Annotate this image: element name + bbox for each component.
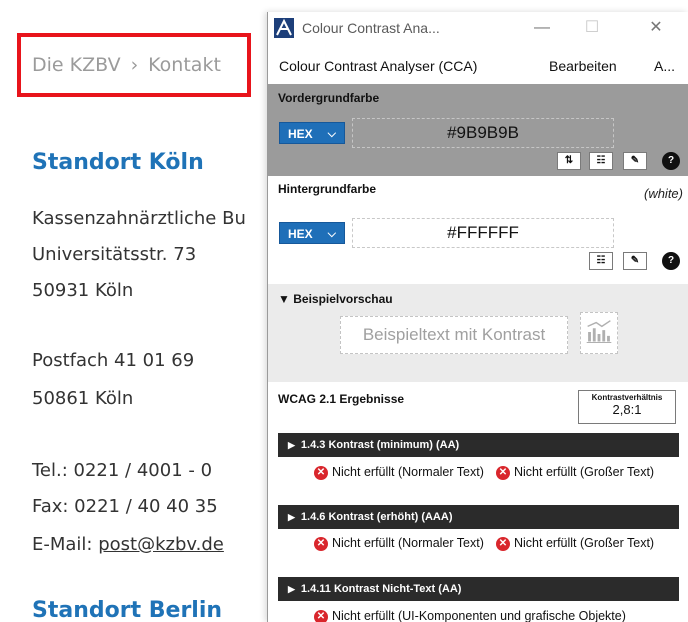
fail-icon: ✕ — [496, 466, 510, 480]
foreground-color-section: Vordergrundfarbe HEX ⌵ #9B9B9B ⇅ ☷ ✎ ? — [268, 84, 688, 176]
highlight-annotation-box — [17, 33, 251, 97]
background-eyedropper-button[interactable]: ✎ — [623, 252, 647, 270]
criterion-1-4-3-toggle[interactable]: ▶ 1.4.3 Kontrast (minimum) (AA) — [278, 433, 679, 457]
contrast-ratio-box: Kontrastverhältnis 2,8:1 — [578, 390, 676, 424]
preview-chart-icon — [580, 312, 618, 354]
background-help-button[interactable]: ? — [662, 252, 680, 270]
criterion-title: 1.4.6 Kontrast (erhöht) (AAA) — [300, 511, 453, 523]
caret-right-icon: ▶ — [288, 440, 295, 450]
result-text: Nicht erfüllt (UI-Komponenten und grafis… — [332, 609, 626, 622]
fail-icon: ✕ — [314, 537, 328, 551]
result-text: Nicht erfüllt (Normaler Text) — [332, 536, 484, 550]
result-large-text: ✕ Nicht erfüllt (Großer Text) — [496, 536, 686, 551]
result-text: Nicht erfüllt (Großer Text) — [514, 536, 655, 550]
colour-contrast-analyser-window: Colour Contrast Ana... — ☐ ✕ Colour Cont… — [267, 12, 688, 622]
preview-label: Beispielvorschau — [293, 292, 393, 306]
criterion-1-4-11-toggle[interactable]: ▶ 1.4.11 Kontrast Nicht-Text (AA) — [278, 577, 679, 601]
foreground-eyedropper-button[interactable]: ✎ — [623, 152, 647, 170]
background-format-value: HEX — [288, 227, 313, 241]
criterion-title: 1.4.11 Kontrast Nicht-Text (AA) — [300, 583, 462, 595]
address-line: Universitätsstr. 73 — [32, 244, 197, 265]
address-line: 50931 Köln — [32, 280, 134, 301]
menu-item-cca[interactable]: Colour Contrast Analyser (CCA) — [279, 58, 477, 74]
background-label: Hintergrundfarbe — [278, 182, 377, 196]
result-non-text: ✕ Nicht erfüllt (UI-Komponenten und graf… — [314, 610, 684, 622]
contrast-ratio-value: 2,8:1 — [612, 402, 642, 417]
result-text: Nicht erfüllt (Großer Text) — [514, 465, 655, 479]
window-titlebar[interactable]: Colour Contrast Ana... — ☐ ✕ — [268, 12, 688, 44]
result-normal-text: ✕ Nicht erfüllt (Normaler Text) — [314, 536, 484, 551]
window-title: Colour Contrast Ana... — [302, 20, 440, 36]
help-icon: ? — [667, 255, 675, 266]
fail-icon: ✕ — [496, 537, 510, 551]
result-text: Nicht erfüllt (Normaler Text) — [332, 465, 484, 479]
close-button[interactable]: ✕ — [636, 16, 676, 40]
foreground-label: Vordergrundfarbe — [278, 91, 380, 105]
preview-sample-text: Beispieltext mit Kontrast — [340, 316, 568, 354]
eyedropper-icon: ✎ — [630, 255, 640, 266]
location-heading-koeln: Standort Köln — [32, 150, 204, 175]
menu-bar: Colour Contrast Analyser (CCA) Bearbeite… — [268, 44, 688, 84]
wcag-results-section: WCAG 2.1 Ergebnisse Kontrastverhältnis 2… — [268, 382, 688, 622]
menu-item-bearbeiten[interactable]: Bearbeiten — [549, 58, 617, 74]
caret-down-icon: ▼ — [278, 292, 290, 306]
menu-item-more[interactable]: A... — [654, 58, 675, 74]
fail-icon: ✕ — [314, 466, 328, 480]
foreground-hex-input[interactable]: #9B9B9B — [352, 118, 614, 148]
caret-right-icon: ▶ — [288, 584, 295, 594]
results-label: WCAG 2.1 Ergebnisse — [278, 392, 405, 406]
minimize-button[interactable]: — — [522, 16, 562, 40]
postbox-line: 50861 Köln — [32, 388, 134, 409]
fax-line: Fax: 0221 / 40 40 35 — [32, 496, 218, 517]
result-normal-text: ✕ Nicht erfüllt (Normaler Text) — [314, 465, 484, 480]
email-link[interactable]: post@kzbv.de — [98, 534, 224, 555]
result-large-text: ✕ Nicht erfüllt (Großer Text) — [496, 465, 686, 480]
eyedropper-icon: ✎ — [630, 155, 640, 166]
foreground-format-value: HEX — [288, 127, 313, 141]
location-heading-berlin: Standort Berlin — [32, 598, 223, 622]
foreground-sliders-button[interactable]: ☷ — [589, 152, 613, 170]
contrast-ratio-label: Kontrastverhältnis — [591, 393, 663, 402]
email-line: E-Mail: post@kzbv.de — [32, 534, 224, 555]
background-color-section: Hintergrundfarbe (white) HEX ⌵ #FFFFFF ☷… — [268, 176, 688, 284]
fail-icon: ✕ — [314, 610, 328, 622]
foreground-help-button[interactable]: ? — [662, 152, 680, 170]
help-icon: ? — [667, 155, 675, 166]
address-line: Kassenzahnärztliche Bu — [32, 208, 246, 229]
preview-section: ▼ Beispielvorschau Beispieltext mit Kont… — [268, 284, 688, 382]
swap-icon: ⇅ — [564, 155, 574, 166]
criterion-title: 1.4.3 Kontrast (minimum) (AA) — [300, 439, 460, 451]
sliders-icon: ☷ — [596, 155, 606, 166]
background-color-name: (white) — [643, 186, 683, 201]
app-logo-icon — [274, 18, 294, 38]
sliders-icon: ☷ — [596, 255, 606, 266]
background-format-select[interactable]: HEX ⌵ — [279, 222, 345, 244]
maximize-button[interactable]: ☐ — [572, 16, 612, 40]
background-sliders-button[interactable]: ☷ — [589, 252, 613, 270]
telephone-line: Tel.: 0221 / 4001 - 0 — [32, 460, 213, 481]
caret-right-icon: ▶ — [288, 512, 295, 522]
background-hex-input[interactable]: #FFFFFF — [352, 218, 614, 248]
criterion-1-4-6-toggle[interactable]: ▶ 1.4.6 Kontrast (erhöht) (AAA) — [278, 505, 679, 529]
chevron-down-icon: ⌵ — [327, 128, 336, 140]
swap-colors-button[interactable]: ⇅ — [557, 152, 581, 170]
chevron-down-icon: ⌵ — [327, 228, 336, 240]
foreground-format-select[interactable]: HEX ⌵ — [279, 122, 345, 144]
email-label: E-Mail: — [32, 534, 99, 555]
postbox-line: Postfach 41 01 69 — [32, 350, 195, 371]
preview-toggle[interactable]: ▼ Beispielvorschau — [278, 292, 393, 306]
